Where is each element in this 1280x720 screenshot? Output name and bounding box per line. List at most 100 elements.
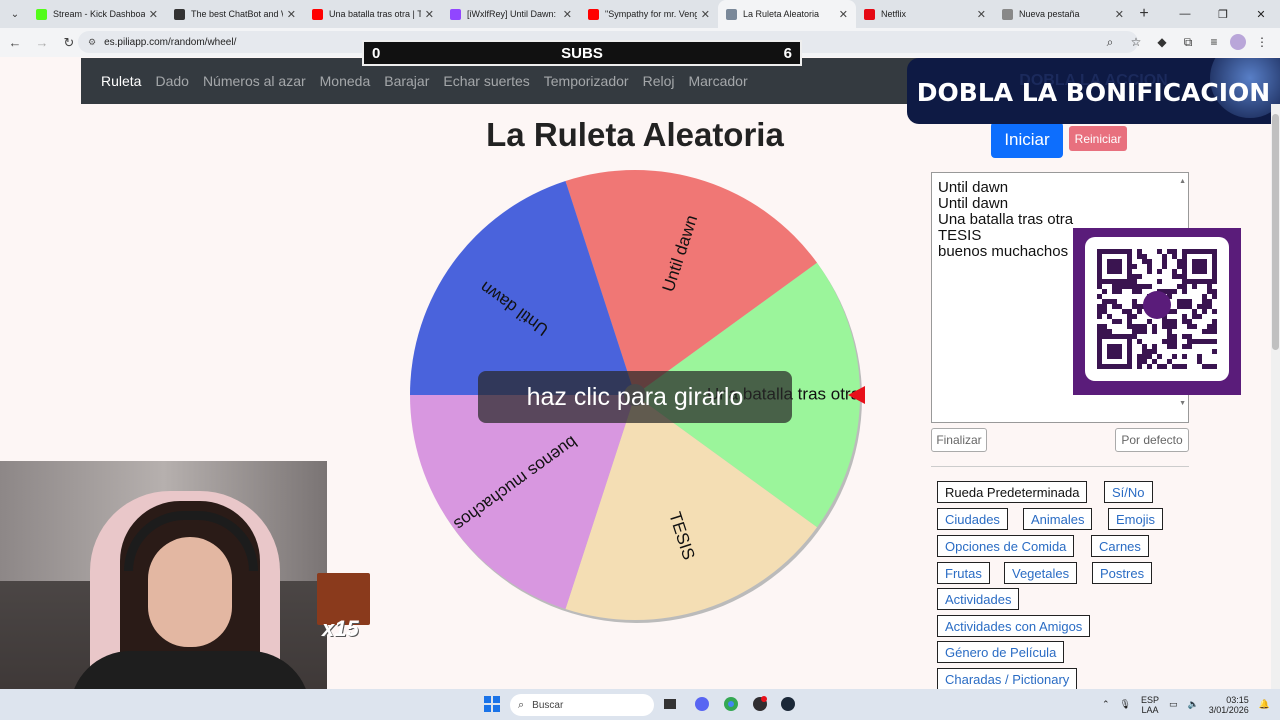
preset-button[interactable]: Vegetales <box>1004 562 1078 584</box>
spin-prompt[interactable]: haz clic para girarlo <box>478 371 792 423</box>
new-tab-button[interactable]: + <box>1132 3 1156 25</box>
obs-icon[interactable] <box>750 694 770 714</box>
qr-module <box>1182 364 1187 369</box>
tab-close-icon[interactable]: ✕ <box>977 8 986 21</box>
tab-close-icon[interactable]: ✕ <box>149 8 158 21</box>
tab-close-icon[interactable]: ✕ <box>1115 8 1124 21</box>
reading-list-icon[interactable]: ≡ <box>1204 31 1224 53</box>
clock[interactable]: 03:15 3/01/2026 <box>1209 695 1249 715</box>
microphone-icon[interactable]: 🎙 <box>1120 699 1131 710</box>
preset-button[interactable]: Género de Película <box>937 641 1065 663</box>
lang-line2: LAA <box>1141 704 1159 715</box>
qr-module <box>1162 339 1167 344</box>
tab-search-button[interactable]: ⌄ <box>2 3 28 25</box>
network-icon[interactable]: ▭ <box>1169 699 1178 710</box>
restore-button[interactable]: ❐ <box>1204 0 1242 28</box>
tray-expand-icon[interactable]: ⌃ <box>1102 699 1110 710</box>
site-info-icon[interactable]: ⚙ <box>88 37 96 48</box>
notification-icon[interactable]: 🔔 <box>1259 699 1270 710</box>
nav-item[interactable]: Reloj <box>643 73 675 89</box>
browser-tab[interactable]: The best ChatBot and Wi ✕ <box>166 0 304 28</box>
task-view-icon[interactable] <box>660 694 680 714</box>
tab-close-icon[interactable]: ✕ <box>287 8 296 21</box>
scroll-down-icon[interactable]: ▼ <box>1179 396 1186 412</box>
preset-button[interactable]: Opciones de Comida <box>937 535 1075 557</box>
browser-tab[interactable]: Stream - Kick Dashboard ✕ <box>28 0 166 28</box>
nav-item[interactable]: Barajar <box>384 73 429 89</box>
tab-title: Stream - Kick Dashboard <box>53 9 145 19</box>
minimize-button[interactable]: — <box>1166 0 1204 28</box>
qr-module <box>1212 289 1217 294</box>
taskbar-search[interactable]: ⌕ Buscar <box>510 694 654 716</box>
extension-icon[interactable]: ◆ <box>1152 31 1172 53</box>
qr-module <box>1202 339 1207 344</box>
qr-module <box>1212 294 1217 299</box>
qr-module <box>1212 324 1217 329</box>
qr-module <box>1187 319 1192 324</box>
tab-close-icon[interactable]: ✕ <box>839 8 848 21</box>
tab-close-icon[interactable]: ✕ <box>701 8 710 21</box>
chrome-icon[interactable] <box>721 694 741 714</box>
preset-button[interactable]: Charadas / Pictionary <box>937 668 1078 690</box>
qr-module <box>1132 289 1137 294</box>
page-scrollbar[interactable] <box>1271 104 1280 689</box>
preset-button[interactable]: Postres <box>1092 562 1153 584</box>
preset-button[interactable]: Ciudades <box>937 508 1008 530</box>
page-title: La Ruleta Aleatoria <box>486 116 784 153</box>
discord-icon[interactable] <box>692 694 712 714</box>
subs-label: SUBS <box>561 44 603 62</box>
profile-avatar[interactable] <box>1230 34 1246 50</box>
start-button[interactable]: Iniciar <box>991 122 1063 158</box>
preset-button[interactable]: Emojis <box>1108 508 1164 530</box>
qr-module <box>1212 309 1217 314</box>
tab-close-icon[interactable]: ✕ <box>563 8 572 21</box>
nav-item[interactable]: Temporizador <box>544 73 629 89</box>
scrollbar-thumb[interactable] <box>1272 114 1279 350</box>
reset-button[interactable]: Reiniciar <box>1069 126 1127 151</box>
scroll-up-icon[interactable]: ▲ <box>1179 174 1186 190</box>
tab-title: La Ruleta Aleatoria <box>743 9 820 19</box>
qr-module <box>1207 339 1212 344</box>
steam-icon[interactable] <box>778 694 798 714</box>
browser-tab[interactable]: La Ruleta Aleatoria ✕ <box>718 0 856 28</box>
volume-icon[interactable]: 🔈 <box>1188 699 1199 710</box>
default-button[interactable]: Por defecto <box>1115 428 1189 452</box>
preset-button[interactable]: Sí/No <box>1104 481 1153 503</box>
back-button[interactable]: ← <box>3 31 27 55</box>
preset-button[interactable]: Carnes <box>1091 535 1149 557</box>
nav-item[interactable]: Números al azar <box>203 73 306 89</box>
preset-button[interactable]: Animales <box>1023 508 1093 530</box>
qr-module <box>1197 359 1202 364</box>
nav-item[interactable]: Marcador <box>688 73 747 89</box>
nav-item[interactable]: Ruleta <box>101 73 141 89</box>
browser-tab[interactable]: [iWxlfRey] Until Dawn: No ✕ <box>442 0 580 28</box>
preset-button[interactable]: Actividades <box>937 588 1020 610</box>
browser-tab[interactable]: Nueva pestaña ✕ <box>994 0 1132 28</box>
qr-code-card <box>1085 237 1229 381</box>
qr-module <box>1147 269 1152 274</box>
preset-button[interactable]: Rueda Predeterminada <box>937 481 1088 503</box>
menu-icon[interactable]: ⋮ <box>1252 31 1272 53</box>
nav-item[interactable]: Dado <box>155 73 188 89</box>
qr-module <box>1117 284 1122 289</box>
bookmark-star-icon[interactable]: ☆ <box>1126 31 1146 53</box>
preset-button[interactable]: Actividades con Amigos <box>937 615 1091 637</box>
windows-start-icon[interactable] <box>482 694 502 714</box>
qr-module <box>1142 259 1147 264</box>
qr-module <box>1152 324 1157 329</box>
tab-close-icon[interactable]: ✕ <box>425 8 434 21</box>
nav-item[interactable]: Echar suertes <box>443 73 529 89</box>
qr-module <box>1097 294 1102 299</box>
forward-button[interactable]: → <box>30 31 54 55</box>
close-window-button[interactable]: ✕ <box>1242 0 1280 28</box>
qr-module <box>1202 299 1207 304</box>
browser-tab[interactable]: "Sympathy for mr. Venge ✕ <box>580 0 718 28</box>
browser-tab[interactable]: Una batalla tras otra | Trái ✕ <box>304 0 442 28</box>
language-indicator[interactable]: ESP LAA <box>1141 695 1159 715</box>
browser-tab[interactable]: Netflix ✕ <box>856 0 994 28</box>
finish-button[interactable]: Finalizar <box>931 428 987 452</box>
extensions-puzzle-icon[interactable]: ⧉ <box>1178 31 1198 53</box>
nav-item[interactable]: Moneda <box>320 73 371 89</box>
preset-button[interactable]: Frutas <box>937 562 990 584</box>
zoom-icon[interactable]: ⌕ <box>1100 31 1120 53</box>
